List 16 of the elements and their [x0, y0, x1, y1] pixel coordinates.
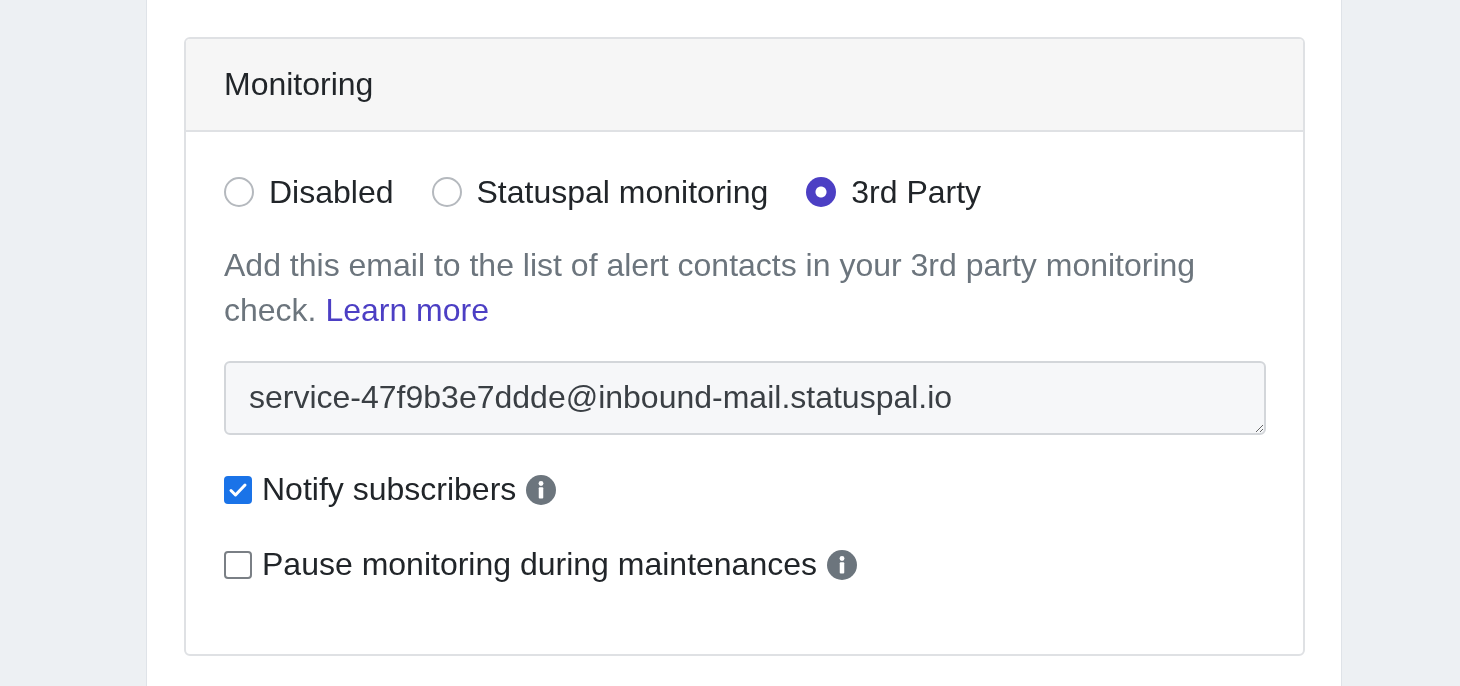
- help-text: Add this email to the list of alert contacts in your 3rd party monitoring check. Learn more: [224, 246, 1197, 330]
- learn-more-link[interactable]: Learn more: [325, 292, 489, 328]
- info-icon[interactable]: [526, 474, 557, 505]
- checkbox[interactable]: [224, 475, 252, 504]
- checkbox-label[interactable]: Pause monitoring during maintenances: [262, 546, 817, 583]
- checkbox-label[interactable]: Notify subscribers: [262, 471, 517, 508]
- card-title: Monitoring: [224, 66, 374, 103]
- email-field[interactable]: service-47f9b3e7ddde@inbound-mail.statuspal.io: [224, 361, 1266, 435]
- radio-label[interactable]: 3rd Party: [851, 173, 982, 211]
- radio-label[interactable]: Statuspal monitoring: [476, 173, 769, 211]
- info-icon[interactable]: [827, 549, 857, 580]
- checkbox[interactable]: [224, 550, 252, 579]
- radio-label[interactable]: Disabled: [269, 173, 394, 211]
- radio-button[interactable]: [431, 177, 462, 207]
- radio-button[interactable]: [806, 177, 837, 207]
- radio-button[interactable]: [224, 177, 254, 207]
